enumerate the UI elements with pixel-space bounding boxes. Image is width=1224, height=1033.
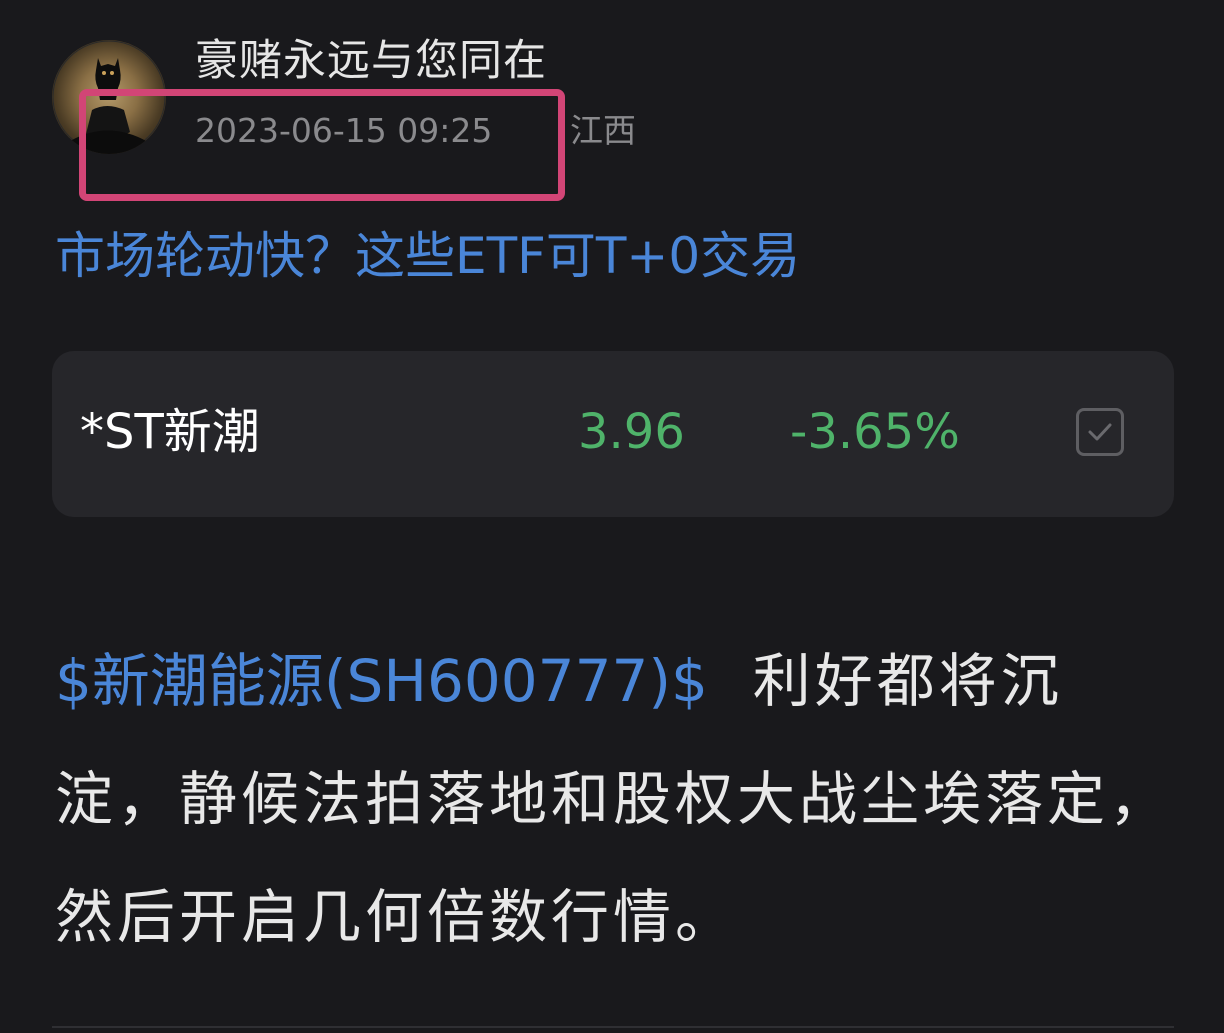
stock-price: 3.96 (578, 404, 685, 460)
stock-mention-link[interactable]: $新潮能源(SH600777)$ (55, 647, 708, 715)
post-body: $新潮能源(SH600777)$ 利好都将沉淀，静候法拍落地和股权大战尘埃落定，… (55, 622, 1185, 976)
stock-change-percent: -3.65% (790, 404, 960, 460)
post-location: 江西 (570, 111, 636, 150)
stock-name: *ST新潮 (80, 404, 260, 460)
stock-card[interactable]: *ST新潮 3.96 -3.65% (52, 351, 1174, 517)
headline-link[interactable]: 市场轮动快？这些ETF可T+0交易 (55, 224, 800, 288)
watchlist-checkbox[interactable] (1076, 408, 1124, 456)
post-timestamp: 2023-06-15 09:25 (195, 111, 493, 150)
post-page: 豪赌永远与您同在 2023-06-15 09:25 江西 市场轮动快？这些ETF… (0, 0, 1224, 1033)
avatar-image (52, 40, 166, 154)
author-name[interactable]: 豪赌永远与您同在 (195, 34, 547, 88)
avatar[interactable] (52, 40, 166, 154)
checkbox-check-icon (1088, 423, 1112, 441)
divider (52, 1026, 1174, 1028)
